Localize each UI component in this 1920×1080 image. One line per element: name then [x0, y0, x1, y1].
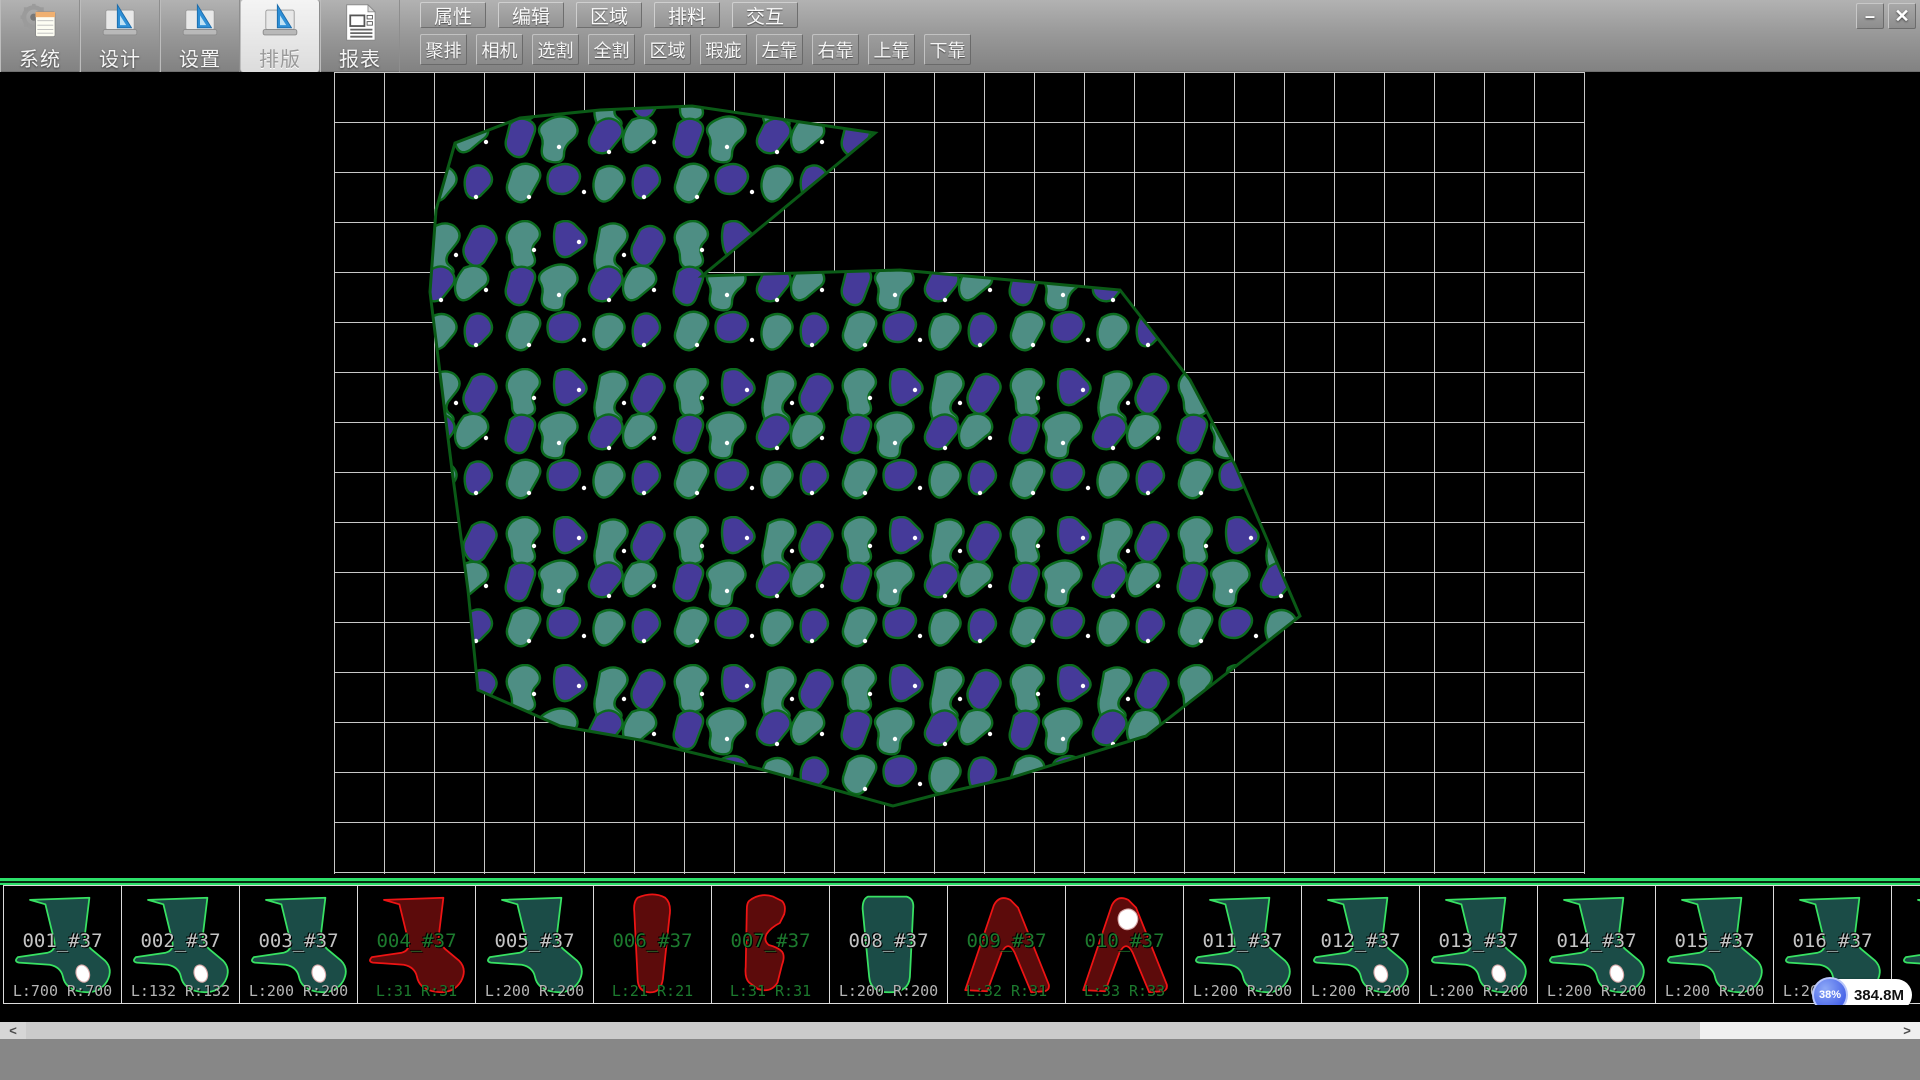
piece-id-label: 007_#37 — [712, 930, 829, 952]
piece-count-label: L:132 R:132 — [122, 982, 239, 1000]
piece-id-label: 003_#37 — [240, 930, 357, 952]
piece-id-label: 016_#37 — [1774, 930, 1891, 952]
tool-button-下靠[interactable]: 下靠 — [924, 34, 971, 65]
memory-value: 384.8M — [1854, 987, 1904, 1004]
piece-count-label: L:200 R:200 — [476, 982, 593, 1000]
tool-button-选割[interactable]: 选割 — [532, 34, 579, 65]
tool-button-row: 聚排相机选割全割区域瑕疵左靠右靠上靠下靠 — [420, 34, 971, 66]
piece-cell-010_#37[interactable]: 010_#37 L:33 R:33 — [1065, 885, 1184, 1004]
ribbon-toolbar: 系统设计设置排版报表 属性编辑区域排料交互 聚排相机选割全割区域瑕疵左靠右靠上靠… — [0, 0, 1920, 72]
piece-cell-014_#37[interactable]: 014_#37 L:200 R:200 — [1537, 885, 1656, 1004]
piece-count-label: L:200 R:200 — [1538, 982, 1655, 1000]
hide-shape[interactable] — [430, 106, 1300, 806]
tool-button-瑕疵[interactable]: 瑕疵 — [700, 34, 747, 65]
report-doc-icon — [337, 3, 383, 42]
menu-button-交互[interactable]: 交互 — [732, 2, 798, 28]
app-button-group: 系统 设计 设置 排版 报表 — [0, 0, 400, 72]
close-button[interactable]: ✕ — [1888, 3, 1916, 29]
app-button-label: 系统 — [19, 43, 61, 72]
app-button-排版[interactable]: 排版 — [240, 0, 320, 72]
piece-count-label: L:32 R:31 — [948, 982, 1065, 1000]
strip-gap — [0, 1005, 1920, 1022]
piece-id-label: 013_#37 — [1420, 930, 1537, 952]
piece-count-label: L:200 R:200 — [240, 982, 357, 1000]
tool-button-右靠[interactable]: 右靠 — [812, 34, 859, 65]
app-button-label: 排版 — [259, 43, 301, 72]
piece-count-label: L:33 R:33 — [1066, 982, 1183, 1000]
scrollbar-thumb[interactable] — [1700, 1022, 1920, 1039]
piece-cell-004_#37[interactable]: 004_#37 L:31 R:31 — [357, 885, 476, 1004]
piece-id-label: 009_#37 — [948, 930, 1065, 952]
menu-button-属性[interactable]: 属性 — [420, 2, 486, 28]
piece-id-label: 001_#37 — [4, 930, 121, 952]
piece-count-label: L:21 R:21 — [594, 982, 711, 1000]
tool-button-全割[interactable]: 全割 — [588, 34, 635, 65]
app-button-label: 设置 — [179, 43, 221, 72]
tool-button-聚排[interactable]: 聚排 — [420, 34, 467, 65]
piece-id-label: 014_#37 — [1538, 930, 1655, 952]
tool-button-左靠[interactable]: 左靠 — [756, 34, 803, 65]
menu-button-编辑[interactable]: 编辑 — [498, 2, 564, 28]
piece-id-label: 005_#37 — [476, 930, 593, 952]
tool-button-相机[interactable]: 相机 — [476, 34, 523, 65]
design-ruler-icon — [97, 3, 143, 42]
menu-button-row: 属性编辑区域排料交互 — [420, 2, 798, 29]
nesting-canvas[interactable] — [0, 72, 1920, 878]
scroll-right-button[interactable]: > — [1894, 1022, 1920, 1039]
piece-cell-009_#37[interactable]: 009_#37 L:32 R:31 — [947, 885, 1066, 1004]
piece-count-label: L:31 R:31 — [712, 982, 829, 1000]
piece-cell-011_#37[interactable]: 011_#37 L:200 R:200 — [1183, 885, 1302, 1004]
piece-cell-012_#37[interactable]: 012_#37 L:200 R:200 — [1301, 885, 1420, 1004]
piece-cell-008_#37[interactable]: 008_#37 L:200 R:200 — [829, 885, 948, 1004]
piece-cell-007_#37[interactable]: 007_#37 L:31 R:31 — [711, 885, 830, 1004]
app-button-报表[interactable]: 报表 — [320, 0, 400, 72]
piece-cell-003_#37[interactable]: 003_#37 L:200 R:200 — [239, 885, 358, 1004]
nesting-ruler-icon — [257, 3, 303, 42]
piece-cell-015_#37[interactable]: 015_#37 L:200 R:200 — [1655, 885, 1774, 1004]
app-button-系统[interactable]: 系统 — [0, 0, 80, 72]
hide-nesting-view[interactable] — [0, 72, 1920, 878]
piece-id-label: 006_#37 — [594, 930, 711, 952]
piece-count-label: L:200 R:200 — [1184, 982, 1301, 1000]
piece-id-label: 004_#37 — [358, 930, 475, 952]
piece-id-label: 008_#37 — [830, 930, 947, 952]
app-button-设计[interactable]: 设计 — [80, 0, 160, 72]
strip-divider — [0, 878, 1920, 885]
window-controls: – ✕ — [1856, 3, 1916, 29]
piece-id-label: 015_#37 — [1656, 930, 1773, 952]
menu-button-排料[interactable]: 排料 — [654, 2, 720, 28]
tool-button-上靠[interactable]: 上靠 — [868, 34, 915, 65]
piece-count-label: L:200 R:200 — [1656, 982, 1773, 1000]
tool-button-区域[interactable]: 区域 — [644, 34, 691, 65]
app-button-label: 报表 — [339, 43, 381, 72]
piece-cell-006_#37[interactable]: 006_#37 L:21 R:21 — [593, 885, 712, 1004]
piece-id-label: 010_#37 — [1066, 930, 1183, 952]
piece-id-label: 002_#37 — [122, 930, 239, 952]
piece-id-label: 012_#37 — [1302, 930, 1419, 952]
app-button-label: 设计 — [99, 43, 141, 72]
minimize-button[interactable]: – — [1856, 3, 1884, 29]
piece-count-label: L:200 R:200 — [1302, 982, 1419, 1000]
piece-cell-001_#37[interactable]: 001_#37 L:700 R:700 — [3, 885, 122, 1004]
piece-thumbnail-strip: 001_#37L:700 R:700002_#37L:132 R:132003_… — [0, 885, 1920, 1005]
settings-ruler-icon — [177, 3, 223, 42]
piece-count-label: L:700 R:700 — [4, 982, 121, 1000]
piece-cell-013_#37[interactable]: 013_#37 L:200 R:200 — [1419, 885, 1538, 1004]
piece-count-label: L:200 R:200 — [830, 982, 947, 1000]
horizontal-scrollbar[interactable]: < > — [0, 1022, 1920, 1039]
piece-cell-005_#37[interactable]: 005_#37 L:200 R:200 — [475, 885, 594, 1004]
piece-count-label: L:200 R:200 — [1420, 982, 1537, 1000]
piece-count-label: L:31 R:31 — [358, 982, 475, 1000]
scroll-left-button[interactable]: < — [0, 1022, 26, 1039]
piece-cell-002_#37[interactable]: 002_#37 L:132 R:132 — [121, 885, 240, 1004]
menu-button-区域[interactable]: 区域 — [576, 2, 642, 28]
progress-value: 38% — [1819, 989, 1841, 1001]
app-button-设置[interactable]: 设置 — [160, 0, 240, 72]
system-gear-icon — [17, 3, 63, 42]
piece-id-label: 011_#37 — [1184, 930, 1301, 952]
footer-bar — [0, 1039, 1920, 1080]
